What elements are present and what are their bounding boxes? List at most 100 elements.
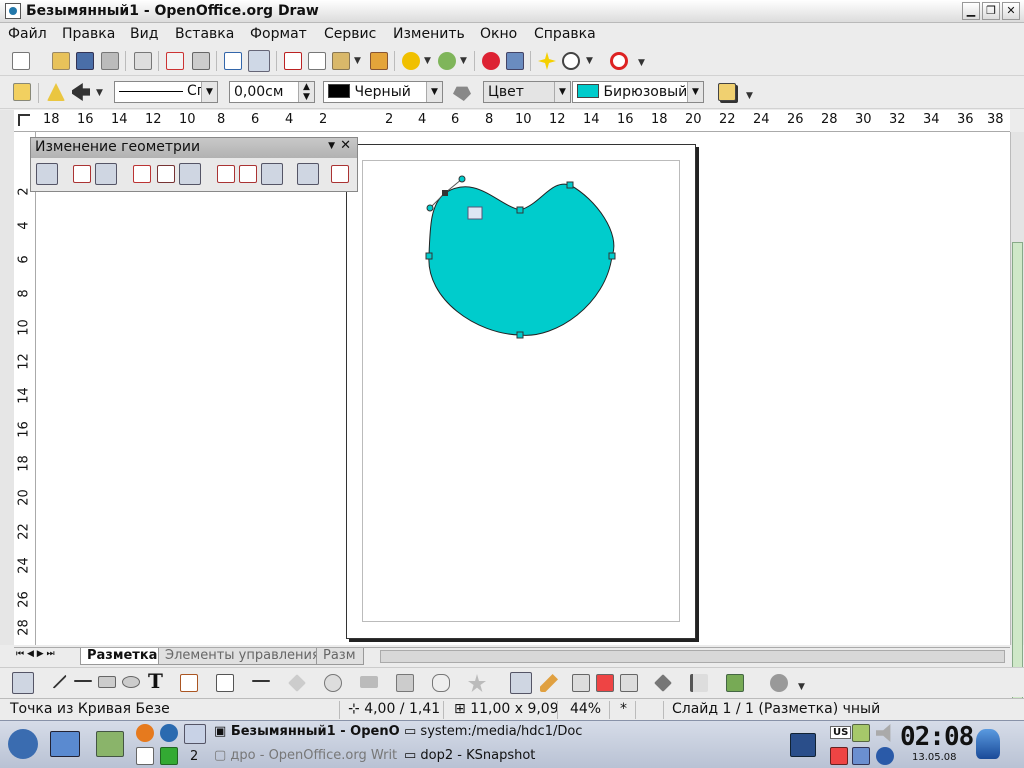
menu-insert[interactable]: Вставка [175,26,234,42]
menu-edit[interactable]: Правка [62,26,115,42]
clipboard-tray-icon[interactable] [852,724,870,742]
connector-icon[interactable] [216,674,234,692]
delete-points-icon[interactable] [133,165,151,183]
arrow-style-icon[interactable] [72,83,90,101]
split-curve-icon[interactable] [157,165,175,183]
calc-icon[interactable] [160,747,178,765]
edit-file-icon[interactable] [134,52,152,70]
area-color-select[interactable]: Бирюзовый ▼ [572,81,704,103]
update-tray-icon[interactable] [852,747,870,765]
scroll-thumb[interactable] [1012,242,1023,722]
line-width-field[interactable]: 0,00см ▲ ▼ [229,81,315,103]
zoom-icon[interactable] [562,52,580,70]
stars-icon[interactable] [468,674,486,692]
chevron-down-icon[interactable]: ▼ [328,141,335,151]
horizontal-scrollbar[interactable] [380,650,1005,663]
close-bezier-icon[interactable] [297,163,319,185]
from-file-icon[interactable] [596,674,614,692]
align-icon[interactable] [690,674,708,692]
redo-icon[interactable] [438,52,456,70]
select-icon[interactable] [12,672,34,694]
firefox-icon[interactable] [136,724,154,742]
bezier-point[interactable] [516,206,524,214]
symbol-shapes-icon[interactable] [324,674,342,692]
volume-icon[interactable] [876,724,891,742]
trash-icon[interactable] [976,729,1000,759]
writer-icon[interactable] [136,747,154,765]
save-tray-icon[interactable] [790,733,816,757]
styles-icon[interactable] [13,83,31,101]
mail-icon[interactable] [101,52,119,70]
edit-points-icon[interactable] [510,672,532,694]
tab-layout[interactable]: Разметка [80,648,165,665]
autospell-icon[interactable] [248,50,270,72]
rectangle-icon[interactable] [98,676,116,688]
bezier-point[interactable] [516,331,524,339]
gallery-icon[interactable] [538,52,556,70]
tab-stop-icon[interactable] [18,114,30,126]
points-icon[interactable] [36,163,58,185]
line-tool-icon[interactable] [47,669,67,689]
menu-tools[interactable]: Сервис [324,26,376,42]
text-tool-icon[interactable]: T [148,671,166,691]
save-icon[interactable] [76,52,94,70]
bezier-point[interactable] [425,252,433,260]
symmetric-transition-icon[interactable] [261,163,283,185]
tab-dimensions[interactable]: Разм [316,648,364,665]
basic-shapes-icon[interactable] [288,674,306,692]
vertical-scrollbar[interactable] [1010,132,1024,722]
arrow-tool-icon[interactable] [74,680,92,682]
editor-icon[interactable] [96,731,124,757]
flowchart-icon[interactable] [396,674,414,692]
minimize-button[interactable]: ▁ [962,2,980,20]
new-icon[interactable] [12,52,30,70]
bezier-point[interactable] [608,252,616,260]
undo-icon[interactable] [402,52,420,70]
browser-tray-icon[interactable] [876,747,894,765]
open-icon[interactable] [52,52,70,70]
copy-icon[interactable] [308,52,326,70]
print-icon[interactable] [192,52,210,70]
paste-icon[interactable] [332,52,350,70]
menu-help[interactable]: Справка [534,26,596,42]
cut-icon[interactable] [284,52,302,70]
menu-modify[interactable]: Изменить [393,26,465,42]
glue-points-icon[interactable] [540,674,558,692]
task-ksnapshot[interactable]: ▭ dop2 - KSnapshot [404,748,590,763]
menu-window[interactable]: Окно [480,26,517,42]
close-icon[interactable]: ✕ [340,138,351,153]
line-color-select[interactable]: Черный ▼ [323,81,443,103]
menu-view[interactable]: Вид [130,26,158,42]
control-point[interactable] [426,204,434,212]
curve-icon[interactable] [180,674,198,692]
export-pdf-icon[interactable] [166,52,184,70]
shadow-icon[interactable] [718,83,736,101]
close-button[interactable]: ✕ [1002,2,1020,20]
area-style-select[interactable]: Цвет ▼ [483,81,571,103]
pager-icon[interactable] [184,724,206,744]
bezier-shape[interactable] [346,144,696,639]
network-tray-icon[interactable] [830,747,848,765]
status-zoom[interactable]: 44% [562,701,610,719]
line-style-select[interactable]: Сп ▼ [114,81,218,103]
task-draw[interactable]: ▣ Безымянный1 - OpenO [214,724,400,739]
fontwork-icon[interactable] [572,674,590,692]
thunderbird-icon[interactable] [160,724,178,742]
selected-point[interactable] [442,190,448,196]
keyboard-layout[interactable]: US [830,726,852,739]
desktop-icon[interactable] [50,731,80,757]
task-konqueror[interactable]: ▭ system:/media/hdc1/Doc [404,724,590,739]
control-point[interactable] [458,175,466,183]
maximize-button[interactable]: ❐ [982,2,1000,20]
spin-icon[interactable]: ▲ ▼ [298,82,314,102]
help-icon[interactable] [610,52,628,70]
arrange-icon[interactable] [726,674,744,692]
extrusion-icon[interactable] [770,674,788,692]
clock[interactable]: 02:08 [900,722,973,752]
corner-point-icon[interactable] [217,165,235,183]
tab-controls[interactable]: Элементы управления [158,648,327,665]
bezier-point[interactable] [566,181,574,189]
insert-points-icon[interactable] [95,163,117,185]
rotate-icon[interactable] [654,674,672,692]
menu-file[interactable]: Файл [8,26,47,42]
